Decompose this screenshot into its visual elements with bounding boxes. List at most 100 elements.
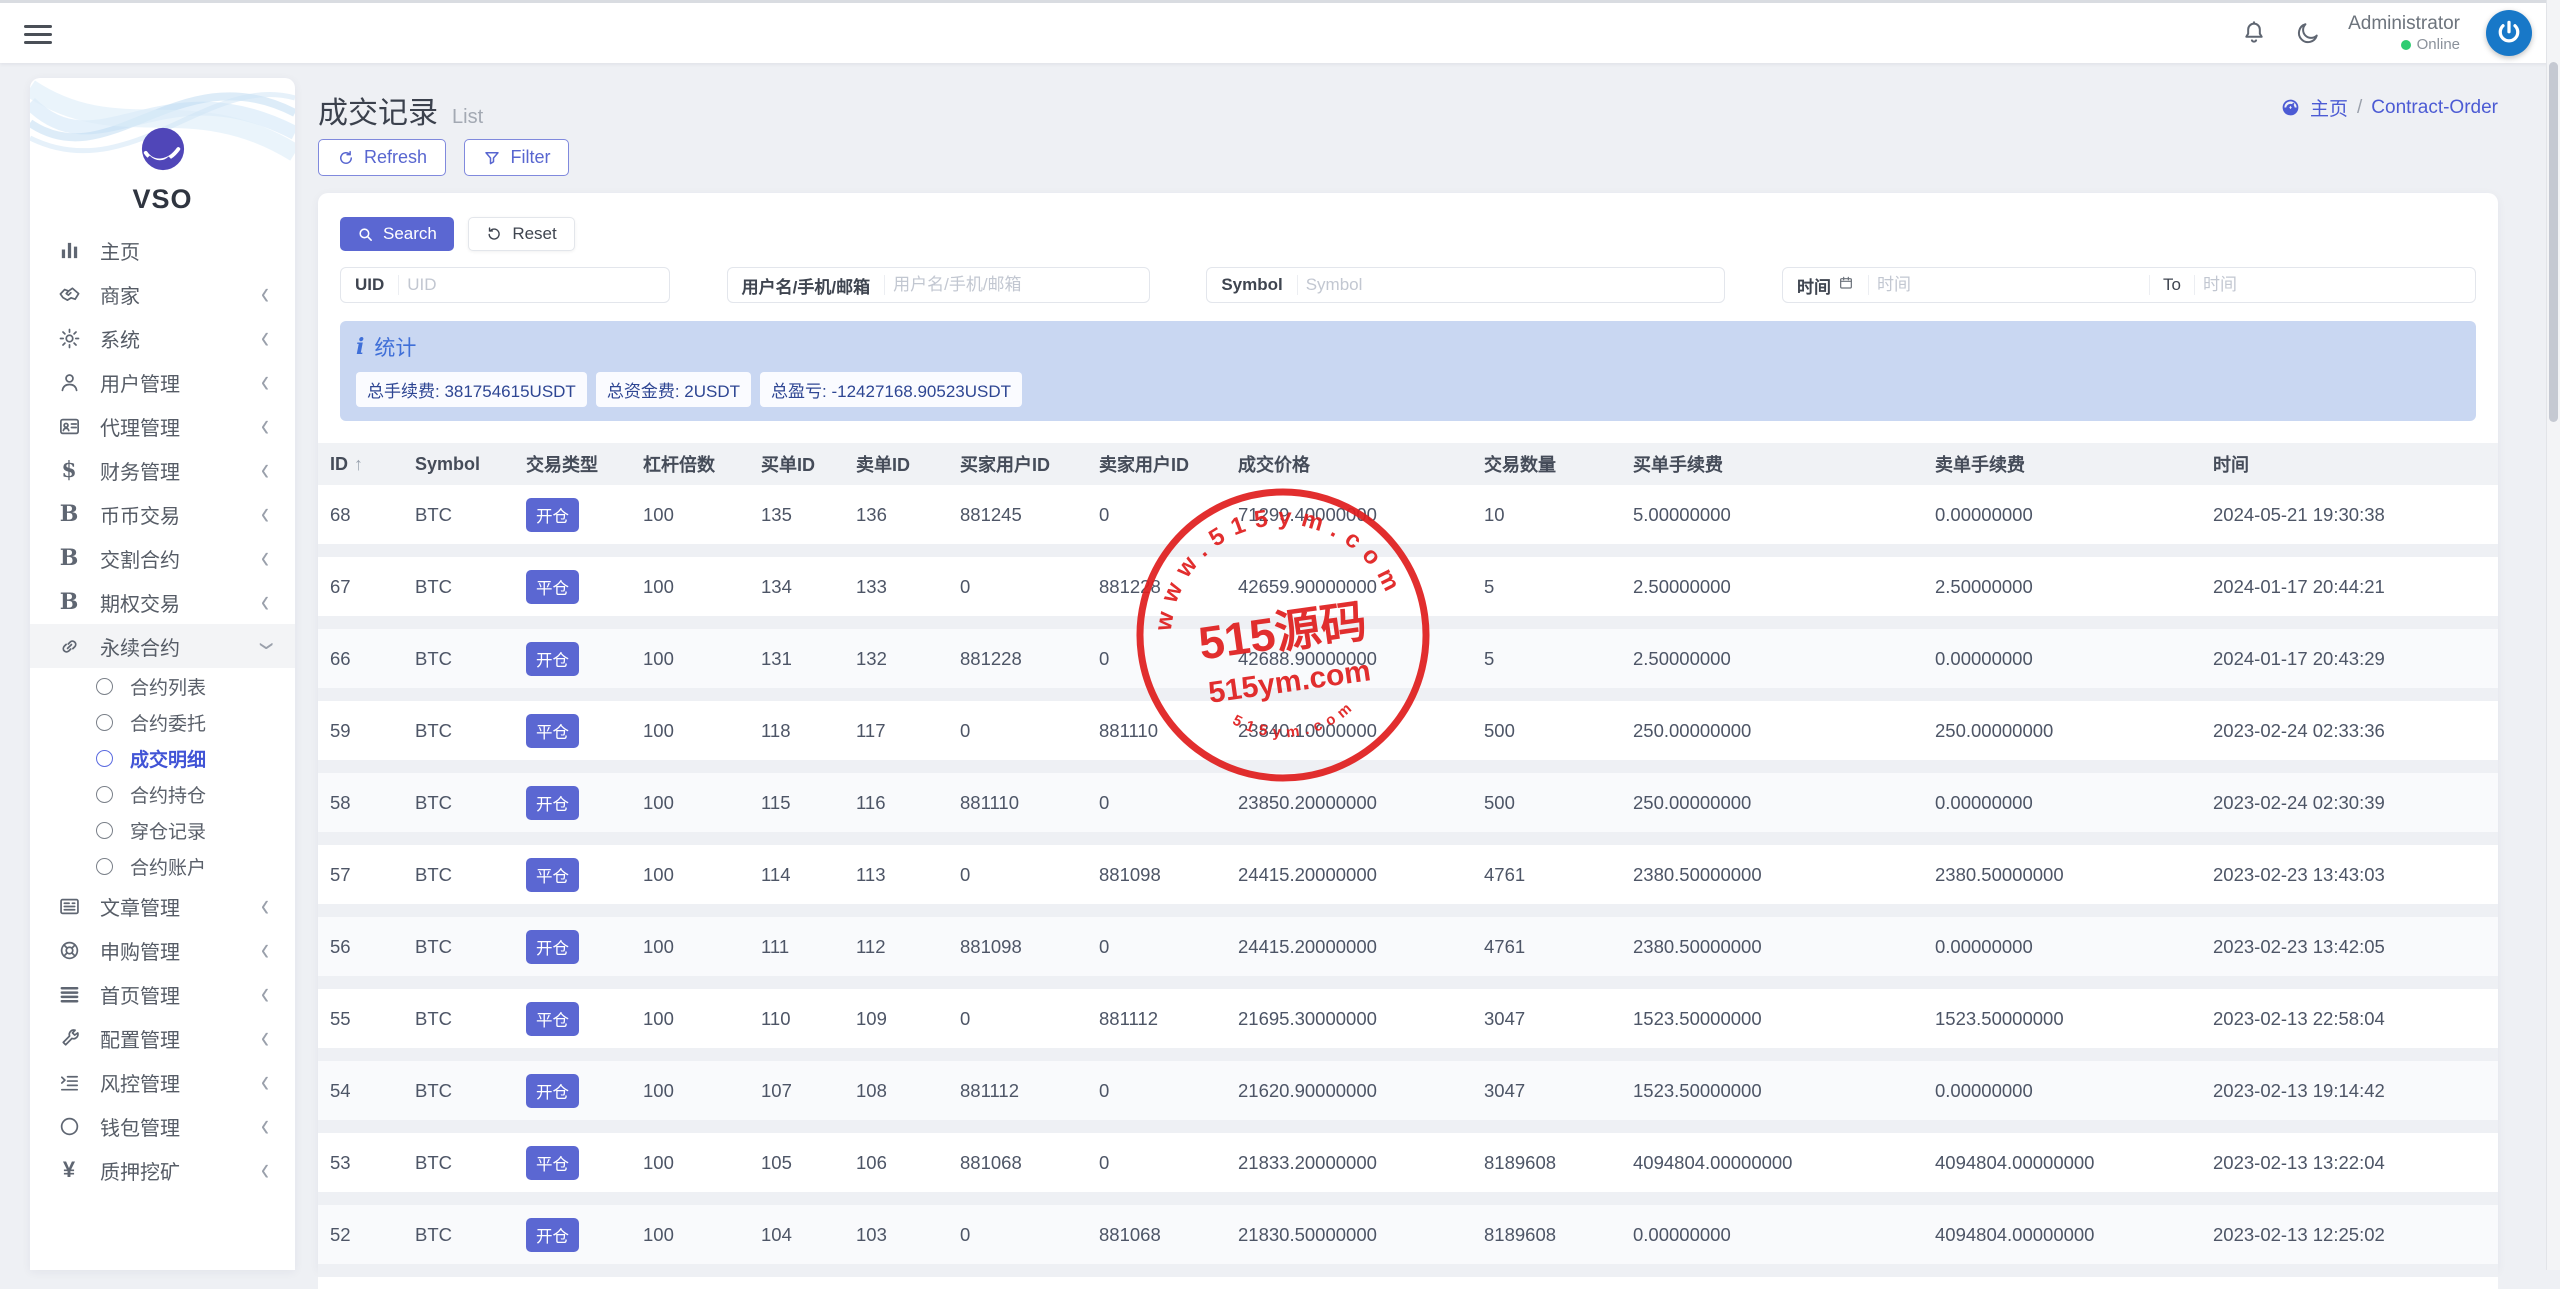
sidebar-item-perpetual-contract[interactable]: 永续合约‹: [30, 624, 295, 668]
bell-icon[interactable]: [2240, 19, 2268, 47]
sidebar-subitem-liquidation-records[interactable]: 穿仓记录: [30, 812, 295, 848]
sidebar-item-home[interactable]: 主页: [30, 228, 295, 272]
cell-leverage: 100: [631, 504, 749, 526]
trade-type-badge: 开仓: [526, 1074, 579, 1108]
user-block[interactable]: Administrator Online: [2348, 12, 2460, 55]
cell-seller_uid: 881068: [1087, 1224, 1226, 1246]
sidebar-item-system[interactable]: 系统‹: [30, 316, 295, 360]
sidebar-item-risk-manage[interactable]: 风控管理‹: [30, 1060, 295, 1104]
refresh-button[interactable]: Refresh: [318, 139, 446, 176]
sidebar-item-merchant[interactable]: 商家‹: [30, 272, 295, 316]
cell-sell_fee: 2380.50000000: [1923, 864, 2201, 886]
column-header-leverage: 杠杆倍数: [631, 451, 749, 477]
cell-price: 23850.20000000: [1226, 792, 1472, 814]
cell-type: 开仓: [514, 642, 631, 676]
circle-bullet-icon: [96, 786, 113, 803]
cell-type: 开仓: [514, 498, 631, 532]
page-title: 成交记录: [318, 88, 438, 132]
uid-field-label: UID: [341, 275, 398, 295]
sidebar-subitem-contract-list[interactable]: 合约列表: [30, 668, 295, 704]
cell-sell_id: 108: [844, 1080, 948, 1102]
cell-price: 24415.20000000: [1226, 864, 1472, 886]
hamburger-menu-icon[interactable]: [24, 20, 52, 46]
breadcrumb-current[interactable]: Contract-Order: [2371, 97, 2498, 119]
sidebar-item-homepage-manage[interactable]: 首页管理‹: [30, 972, 295, 1016]
circle-bullet-icon: [96, 678, 113, 695]
sidebar-item-agent-manage[interactable]: 代理管理‹: [30, 404, 295, 448]
avatar[interactable]: [2486, 10, 2532, 56]
sidebar-item-user-manage[interactable]: 用户管理‹: [30, 360, 295, 404]
sidebar-subitem-contract-positions[interactable]: 合约持仓: [30, 776, 295, 812]
indent-icon: [56, 1070, 82, 1094]
cell-type: 开仓: [514, 786, 631, 820]
page-scrollbar[interactable]: [2546, 0, 2560, 1270]
column-header-sell_fee: 卖单手续费: [1923, 451, 2201, 477]
sort-ascending-icon: ↑: [354, 454, 363, 474]
cell-sell_id: 133: [844, 576, 948, 598]
sidebar-item-label: 商家: [100, 280, 140, 309]
sidebar-item-options-trade[interactable]: B期权交易‹: [30, 580, 295, 624]
sidebar-item-config-manage[interactable]: 配置管理‹: [30, 1016, 295, 1060]
sidebar-subitem-label: 穿仓记录: [130, 817, 206, 844]
cell-buy_fee: 2.50000000: [1621, 576, 1923, 598]
sidebar-item-label: 系统: [100, 324, 140, 353]
cell-time: 2024-01-17 20:43:29: [2201, 648, 2498, 670]
sidebar-item-label: 代理管理: [100, 412, 180, 441]
uid-input[interactable]: [399, 275, 669, 295]
dark-mode-moon-icon[interactable]: [2294, 19, 2322, 47]
table-row: 66BTC开仓100131132881228042688.9000000052.…: [318, 629, 2498, 701]
search-icon: [357, 226, 374, 243]
breadcrumb-separator: /: [2357, 97, 2362, 119]
time-end-input[interactable]: [2195, 275, 2475, 295]
cell-sell_id: 117: [844, 720, 948, 742]
sidebar-item-finance-manage[interactable]: $财务管理‹: [30, 448, 295, 492]
info-icon: i: [356, 334, 364, 360]
symbol-field-group: Symbol: [1206, 267, 1725, 303]
cell-symbol: BTC: [403, 1224, 514, 1246]
sidebar-item-label: 主页: [100, 236, 140, 265]
sidebar-item-spot-trade[interactable]: B币币交易‹: [30, 492, 295, 536]
cell-time: 2023-02-24 02:33:36: [2201, 720, 2498, 742]
breadcrumb-home-link[interactable]: 主页: [2310, 94, 2348, 121]
reset-button[interactable]: Reset: [468, 217, 574, 251]
cell-buyer_uid: 881245: [948, 504, 1087, 526]
cell-buy_fee: 1523.50000000: [1621, 1008, 1923, 1030]
cell-buy_id: 114: [749, 864, 844, 886]
sidebar-item-wallet-manage[interactable]: 钱包管理‹: [30, 1104, 295, 1148]
sidebar-subitem-contract-orders[interactable]: 合约委托: [30, 704, 295, 740]
cell-leverage: 100: [631, 1152, 749, 1174]
cell-buyer_uid: 881110: [948, 792, 1087, 814]
cell-leverage: 100: [631, 1080, 749, 1102]
column-header-id[interactable]: ID↑: [318, 454, 403, 475]
cell-buy_fee: 250.00000000: [1621, 792, 1923, 814]
cell-sell_fee: 4094804.00000000: [1923, 1224, 2201, 1246]
cell-time: 2023-02-13 13:22:04: [2201, 1152, 2498, 1174]
cell-symbol: BTC: [403, 864, 514, 886]
user-status: Online: [2417, 36, 2460, 55]
circle-bullet-icon: [96, 714, 113, 731]
filter-button[interactable]: Filter: [464, 139, 569, 176]
cell-sell_id: 113: [844, 864, 948, 886]
chevron-left-icon: ‹: [261, 1022, 269, 1054]
chevron-left-icon: ‹: [261, 366, 269, 398]
cell-seller_uid: 881112: [1087, 1008, 1226, 1030]
sidebar-item-delivery-contract[interactable]: B交割合约‹: [30, 536, 295, 580]
sidebar-subitem-contract-accounts[interactable]: 合约账户: [30, 848, 295, 884]
sidebar-subitem-trade-details[interactable]: 成交明细: [30, 740, 295, 776]
cell-qty: 500: [1472, 792, 1621, 814]
username-field-group: 用户名/手机/邮箱: [727, 267, 1150, 303]
cell-type: 平仓: [514, 858, 631, 892]
content-card: Search Reset UID用户名/手机/邮箱Symbol时间To i 统计…: [318, 193, 2498, 1270]
column-header-buyer_uid: 买家用户ID: [948, 451, 1087, 477]
column-header-sell_id: 卖单ID: [844, 451, 948, 477]
cell-leverage: 100: [631, 648, 749, 670]
sidebar-item-staking-mining[interactable]: ¥质押挖矿‹: [30, 1148, 295, 1192]
symbol-input[interactable]: [1298, 275, 1725, 295]
username-input[interactable]: [885, 275, 1149, 295]
scrollbar-thumb[interactable]: [2549, 62, 2558, 422]
search-button[interactable]: Search: [340, 217, 454, 251]
sidebar-item-subscribe-manage[interactable]: 申购管理‹: [30, 928, 295, 972]
sidebar-item-article-manage[interactable]: 文章管理‹: [30, 884, 295, 928]
time-input[interactable]: [1869, 275, 2149, 295]
cell-price: 21830.50000000: [1226, 1224, 1472, 1246]
